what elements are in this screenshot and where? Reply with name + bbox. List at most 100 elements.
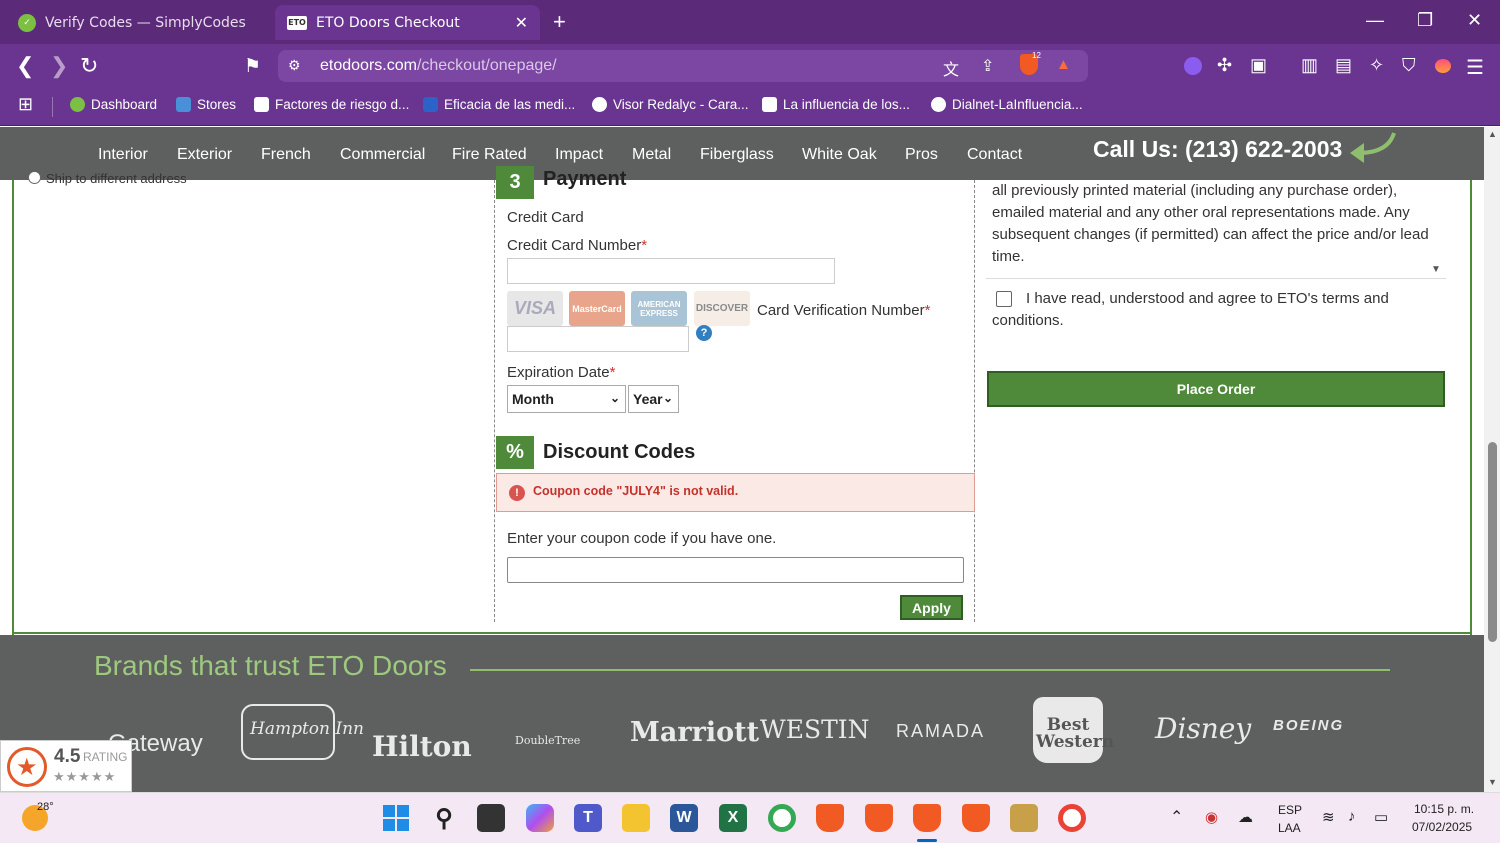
word-icon[interactable]: W <box>670 804 698 832</box>
close-tab-icon[interactable]: ✕ <box>515 13 528 32</box>
excel-icon[interactable]: X <box>719 804 747 832</box>
bookmark-influencia[interactable]: La influencia de los... <box>762 97 910 112</box>
tab-simplycodes[interactable]: ✓ Verify Codes — SimplyCodes <box>8 5 270 40</box>
brand-disney-logo: Disney <box>1155 712 1252 745</box>
extensions-icon[interactable]: ✣ <box>1217 55 1232 76</box>
exp-month-select[interactable]: Month ⌄ <box>507 385 626 413</box>
wallet-icon[interactable]: ▤ <box>1335 55 1352 76</box>
clock-time[interactable]: 10:15 p. m. <box>1414 802 1474 816</box>
nav-exterior[interactable]: Exterior <box>177 146 232 164</box>
rating-star-badge-icon: ★ <box>7 747 47 787</box>
cc-number-input[interactable] <box>507 258 835 284</box>
language-region[interactable]: LAA <box>1278 821 1301 835</box>
call-us-phone[interactable]: Call Us: (213) 622-2003 <box>1093 136 1342 163</box>
clock-date[interactable]: 07/02/2025 <box>1412 820 1472 834</box>
forward-icon[interactable]: ❯ <box>50 53 68 79</box>
sidebar-icon[interactable]: ▥ <box>1301 55 1318 76</box>
bookmark-dialnet[interactable]: Dialnet-LaInfluencia... <box>931 97 1083 112</box>
nav-interior[interactable]: Interior <box>98 146 148 164</box>
exp-year-select[interactable]: Year ⌄ <box>628 385 679 413</box>
rating-widget[interactable]: ★ 4.5 RATING ★★★★★ <box>0 740 132 792</box>
nav-commercial[interactable]: Commercial <box>340 146 425 164</box>
file-explorer-icon[interactable] <box>622 804 650 832</box>
copilot-icon[interactable] <box>526 804 554 832</box>
wifi-icon[interactable]: ≋ <box>1322 808 1335 826</box>
rating-score: 4.5 <box>54 746 81 767</box>
back-icon[interactable]: ❮ <box>16 53 34 79</box>
brave-icon[interactable] <box>962 804 990 832</box>
nav-impact[interactable]: Impact <box>555 146 603 164</box>
bookmark-redalyc[interactable]: Visor Redalyc - Cara... <box>592 97 749 112</box>
restore-icon[interactable]: ❐ <box>1417 10 1433 31</box>
globe-favicon-icon <box>931 97 946 112</box>
brave-icon[interactable] <box>865 804 893 832</box>
chevron-down-icon: ⌄ <box>609 391 620 405</box>
nav-contact[interactable]: Contact <box>967 146 1022 164</box>
close-window-icon[interactable]: ✕ <box>1467 10 1482 31</box>
simplycodes-favicon-icon: ✓ <box>18 13 36 32</box>
translate-icon[interactable]: 文 <box>943 56 959 80</box>
volume-icon[interactable]: ♪ <box>1348 808 1356 825</box>
new-tab-button[interactable]: + <box>553 9 566 35</box>
brave-icon[interactable] <box>816 804 844 832</box>
share-icon[interactable]: ⇪ <box>981 56 994 76</box>
terms-text: all previously printed material (includi… <box>992 182 1429 265</box>
nav-pros[interactable]: Pros <box>905 146 938 164</box>
bookmark-eficacia[interactable]: Eficacia de las medi... <box>423 97 575 112</box>
windows-start-icon[interactable] <box>382 804 410 832</box>
document-favicon-icon <box>762 97 777 112</box>
onedrive-icon[interactable]: ☁ <box>1238 808 1253 826</box>
brand-westin-logo: WESTIN <box>760 715 870 744</box>
bookmark-dashboard[interactable]: Dashboard <box>70 97 157 112</box>
scrollbar-thumb[interactable] <box>1488 442 1497 642</box>
nav-fire-rated[interactable]: Fire Rated <box>452 146 527 164</box>
nav-french[interactable]: French <box>261 146 311 164</box>
scroll-up-icon[interactable]: ▲ <box>1488 129 1497 139</box>
cvv-input[interactable] <box>507 326 689 352</box>
chevron-down-icon: ⌄ <box>662 391 673 405</box>
apps-grid-icon[interactable]: ⊞ <box>18 94 33 115</box>
site-settings-icon[interactable]: ⚙ <box>288 57 301 74</box>
bookmark-stores[interactable]: Stores <box>176 97 236 112</box>
ai-icon[interactable]: ✧ <box>1369 55 1384 76</box>
url-text[interactable]: etodoors.com/checkout/onepage/ <box>320 57 557 75</box>
place-order-button[interactable]: Place Order <box>987 371 1445 407</box>
chrome-icon[interactable] <box>1058 804 1086 832</box>
chevron-up-icon[interactable]: ⌃ <box>1170 807 1183 827</box>
cvv-help-icon[interactable]: ? <box>696 325 712 341</box>
vpn-icon[interactable]: ⛉ <box>1402 55 1416 76</box>
cvv-label: Card Verification Number* <box>757 302 931 319</box>
profile-icon[interactable] <box>1435 59 1451 73</box>
teams-icon[interactable]: T <box>574 804 602 832</box>
page-scrollbar[interactable]: ▲ ▼ <box>1484 127 1500 792</box>
brand-marriott-logo: Marriott <box>630 717 760 748</box>
chrome-icon[interactable] <box>768 804 796 832</box>
language-code[interactable]: ESP <box>1278 803 1302 817</box>
security-icon[interactable]: ◉ <box>1205 808 1218 826</box>
discount-title: Discount Codes <box>543 441 696 463</box>
scroll-down-icon[interactable]: ▼ <box>1488 777 1497 787</box>
ship-different-radio[interactable] <box>28 171 41 184</box>
nav-fiberglass[interactable]: Fiberglass <box>700 146 774 164</box>
terms-scroll-down-icon[interactable]: ▼ <box>1431 264 1441 275</box>
tab-eto-checkout[interactable]: ETO ETO Doors Checkout ✕ <box>275 5 540 40</box>
bookmark-icon[interactable]: ⚑ <box>244 55 261 78</box>
menu-icon[interactable]: ☰ <box>1466 55 1484 80</box>
address-bar[interactable]: ⚙ etodoors.com/checkout/onepage/ 文 ⇪ 12 … <box>278 50 1088 82</box>
bookmark-factores[interactable]: Factores de riesgo d... <box>254 97 409 112</box>
nav-white-oak[interactable]: White Oak <box>802 146 877 164</box>
brand-hampton-logo: Hampton Inn <box>250 719 364 739</box>
nav-metal[interactable]: Metal <box>632 146 671 164</box>
leo-icon[interactable] <box>1184 57 1202 75</box>
screenshot-icon[interactable]: ▣ <box>1250 55 1267 76</box>
battery-icon[interactable]: ▭ <box>1374 808 1388 826</box>
app-icon[interactable] <box>1010 804 1038 832</box>
search-icon[interactable]: ⚲ <box>430 804 458 832</box>
brave-active-icon[interactable] <box>913 804 941 832</box>
apply-coupon-button[interactable]: Apply <box>900 595 963 620</box>
minimize-icon[interactable]: — <box>1366 10 1384 31</box>
coupon-code-input[interactable] <box>507 557 964 583</box>
reload-icon[interactable]: ↻ <box>80 53 98 79</box>
task-view-icon[interactable] <box>477 804 505 832</box>
brave-rewards-icon[interactable]: ▲ <box>1056 56 1071 73</box>
